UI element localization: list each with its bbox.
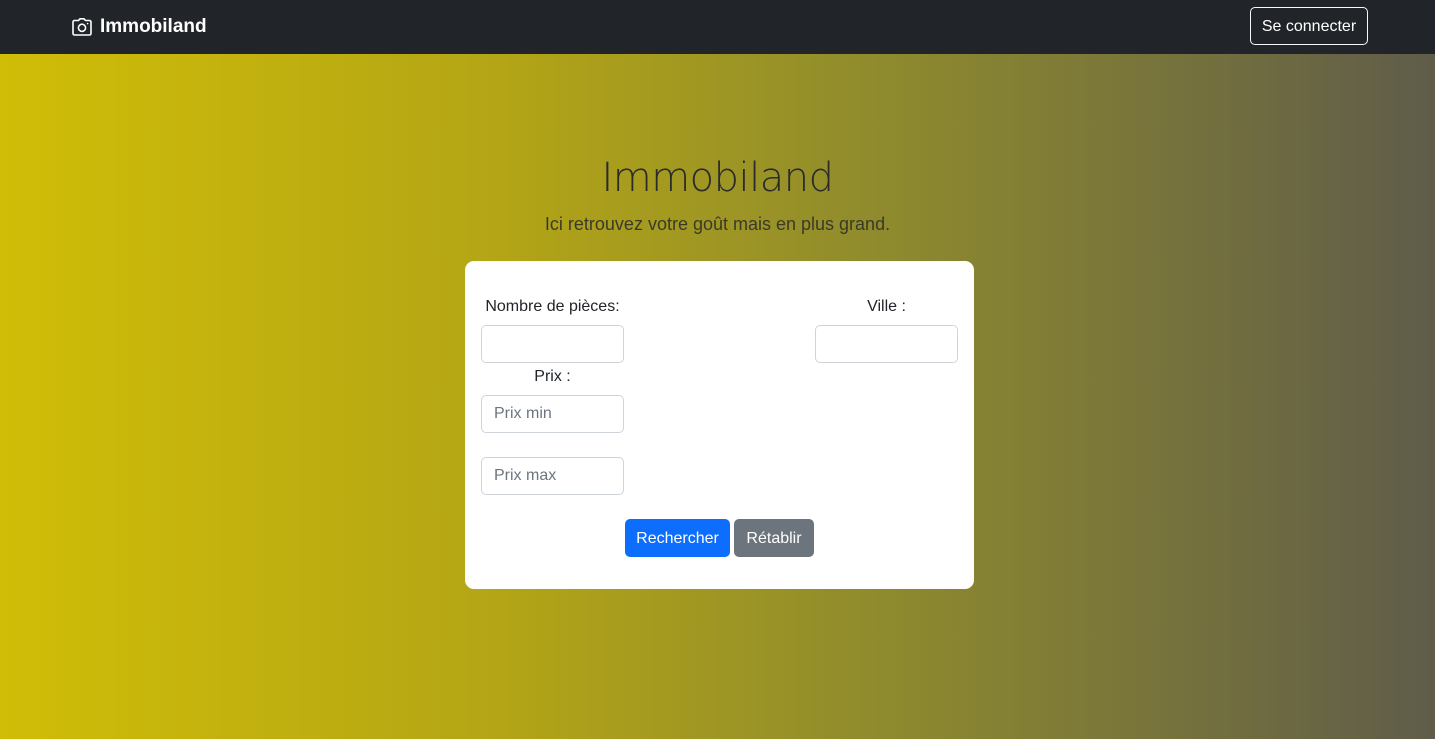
brand-link[interactable]: Immobiland (72, 14, 207, 40)
brand-label: Immobiland (100, 16, 207, 37)
top-navbar: Immobiland Se connecter (0, 0, 1435, 54)
hero-section: Immobiland Ici retrouvez votre goût mais… (0, 54, 1435, 739)
reset-button[interactable]: Rétablir (734, 519, 814, 557)
price-label: Prix : (534, 368, 571, 385)
login-button[interactable]: Se connecter (1250, 7, 1368, 45)
camera-icon (72, 18, 92, 36)
page-title: Immobiland (601, 155, 834, 201)
page-subtitle: Ici retrouvez votre goût mais en plus gr… (544, 214, 891, 234)
price-min-input[interactable] (481, 395, 624, 433)
rooms-input[interactable] (481, 325, 624, 363)
city-input[interactable] (815, 325, 958, 363)
search-form-card: Nombre de pièces: Ville : Prix : Recherc… (465, 261, 974, 589)
rooms-label: Nombre de pièces: (485, 298, 620, 315)
search-button[interactable]: Rechercher (625, 519, 730, 557)
price-max-input[interactable] (481, 457, 624, 495)
city-label: Ville : (867, 298, 906, 315)
